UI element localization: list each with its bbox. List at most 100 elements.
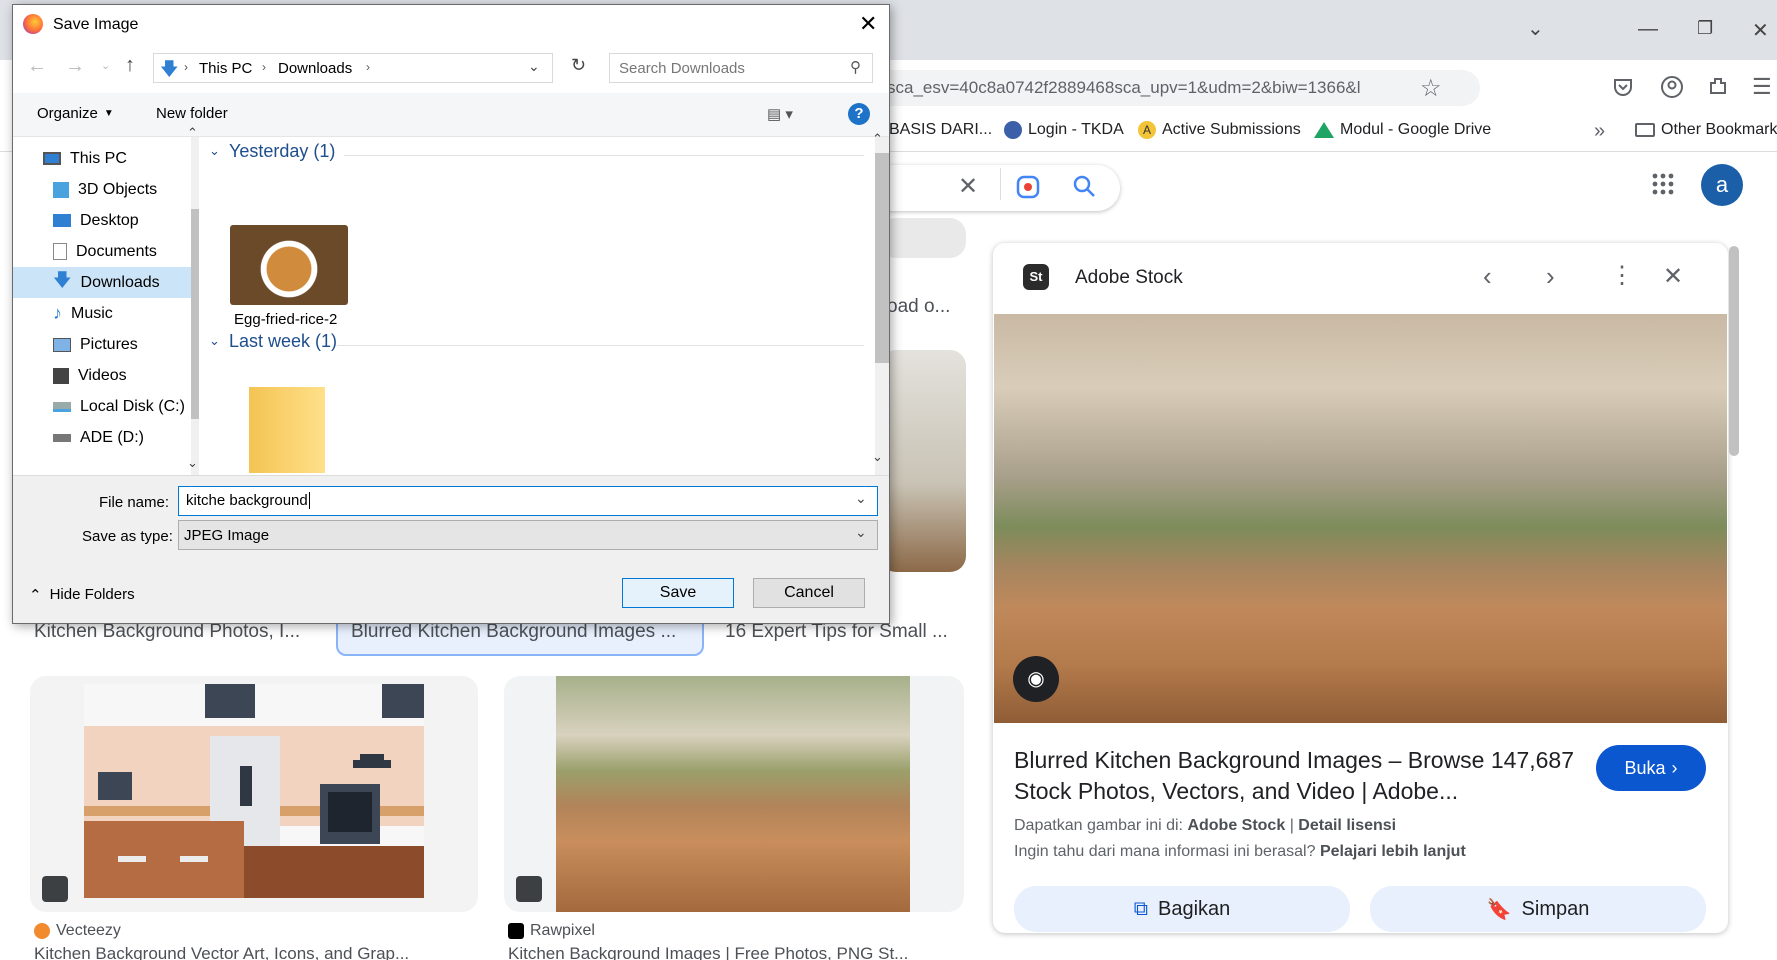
scroll-down-icon[interactable]: ⌄ (872, 449, 883, 465)
window-close-icon[interactable]: ✕ (1752, 18, 1769, 43)
avatar[interactable]: a (1701, 164, 1743, 206)
nav-item-downloads[interactable]: 🡇 Downloads (13, 267, 199, 298)
pocket-icon[interactable] (1612, 76, 1634, 98)
nav-item-videos[interactable]: Videos (13, 360, 199, 391)
collapse-icon[interactable]: ⌄ (209, 333, 220, 349)
nav-item-desktop[interactable]: Desktop (13, 205, 199, 236)
blurred-kitchen-photo (556, 676, 910, 912)
result-title[interactable]: Kitchen Background Images | Free Photos,… (508, 944, 948, 960)
download-icon: 🡇 (53, 269, 72, 290)
chevron-right-icon: › (184, 60, 188, 74)
search-icon[interactable]: ⚲ (850, 58, 861, 76)
dialog-close-icon[interactable]: ✕ (859, 11, 877, 37)
nav-item-this-pc[interactable]: This PC (13, 143, 199, 174)
result-caption[interactable]: Kitchen Background Photos, I... (34, 621, 309, 643)
file-scrollbar[interactable] (875, 153, 889, 363)
back-icon[interactable]: ← (27, 55, 47, 78)
clear-search-icon[interactable]: ✕ (958, 172, 978, 201)
scroll-up-icon[interactable]: ⌃ (187, 125, 198, 141)
nav-item-ade-drive[interactable]: ADE (D:) (13, 422, 199, 453)
group-header[interactable]: Yesterday (1) (229, 141, 335, 162)
bookmark-star-icon[interactable]: ☆ (1420, 74, 1442, 103)
bookmark-item[interactable]: BASIS DARI... (889, 121, 992, 139)
view-options-icon[interactable]: ▤ ▾ (767, 105, 793, 123)
file-name-input[interactable]: kitche background ⌄ (178, 486, 878, 516)
result-title[interactable]: Kitchen Background Vector Art, Icons, an… (34, 944, 454, 960)
restore-icon[interactable]: ❐ (1697, 18, 1713, 39)
organize-menu[interactable]: Organize ▼ (37, 105, 114, 123)
search-placeholder: Search Downloads (619, 60, 745, 77)
preview-image[interactable] (994, 314, 1727, 723)
address-path[interactable]: 🡇 › This PC › Downloads › ⌄ (153, 53, 553, 83)
collapse-icon[interactable]: ⌄ (209, 143, 220, 159)
recent-dropdown-icon[interactable]: ⌄ (101, 59, 110, 72)
image-result-partial[interactable] (880, 350, 966, 572)
more-bookmarks-icon[interactable]: » (1594, 120, 1605, 143)
hide-folders-toggle[interactable]: ⌃ Hide Folders (29, 586, 135, 604)
panel-scrollbar[interactable] (1729, 246, 1739, 456)
preview-title[interactable]: Blurred Kitchen Background Images – Brow… (1014, 745, 1574, 807)
image-result-partial[interactable] (880, 218, 966, 258)
license-link[interactable]: Detail lisensi (1298, 817, 1396, 834)
chevron-right-icon: › (1671, 757, 1678, 778)
file-name[interactable]: Egg-fried-rice-2 (234, 311, 337, 328)
bookmark-folder[interactable]: Other Bookmarks (1635, 121, 1777, 139)
result-source[interactable]: Rawpixel (508, 922, 595, 940)
nav-item-local-disk[interactable]: Local Disk (C:) (13, 391, 199, 422)
next-icon[interactable]: › (1546, 261, 1555, 292)
learn-more-link[interactable]: Pelajari lebih lanjut (1320, 843, 1466, 860)
file-thumbnail[interactable] (230, 225, 348, 305)
nav-scrollbar[interactable] (191, 209, 199, 419)
nav-item-documents[interactable]: Documents (13, 236, 199, 267)
scroll-down-icon[interactable]: ⌄ (187, 455, 198, 471)
up-icon[interactable]: ↑ (125, 54, 135, 77)
breadcrumb-item[interactable]: This PC (199, 60, 252, 77)
share-button[interactable]: ⧉ Bagikan (1014, 886, 1350, 932)
scroll-up-icon[interactable]: ⌃ (872, 131, 883, 147)
save-image-dialog: Save Image ✕ ← → ⌄ ↑ 🡇 › This PC › Downl… (12, 4, 890, 624)
result-caption[interactable]: 16 Expert Tips for Small ... (725, 621, 955, 643)
search-downloads-field[interactable]: Search Downloads ⚲ (609, 53, 873, 83)
result-caption-partial[interactable]: oad o... (887, 296, 967, 318)
nav-item-music[interactable]: ♪ Music (13, 298, 199, 329)
previous-icon[interactable]: ‹ (1483, 261, 1492, 292)
breadcrumb-item[interactable]: Downloads (278, 60, 352, 77)
image-result[interactable] (30, 676, 478, 912)
bookmark-item[interactable]: Login - TKDA (1004, 121, 1124, 139)
chevron-down-icon[interactable]: ⌄ (855, 524, 867, 541)
result-source[interactable]: Vecteezy (34, 922, 121, 940)
refresh-icon[interactable]: ↻ (571, 55, 586, 76)
nav-item-pictures[interactable]: Pictures (13, 329, 199, 360)
open-button[interactable]: Buka › (1596, 745, 1706, 791)
extensions-icon[interactable] (1707, 75, 1729, 97)
save-to-collection-button[interactable]: 🔖 Simpan (1370, 886, 1706, 932)
menu-icon[interactable]: ☰ (1752, 74, 1772, 100)
search-icon[interactable] (1072, 174, 1096, 198)
chevron-down-icon[interactable]: ⌄ (855, 490, 867, 507)
visual-search-icon[interactable]: ◉ (1013, 656, 1059, 702)
more-options-icon[interactable]: ⋮ (1610, 261, 1634, 290)
cancel-button[interactable]: Cancel (753, 578, 865, 608)
close-panel-icon[interactable]: ✕ (1663, 262, 1683, 291)
address-dropdown-icon[interactable]: ⌄ (528, 58, 540, 75)
account-icon[interactable] (1660, 75, 1684, 99)
forward-icon[interactable]: → (65, 55, 85, 78)
bookmark-item[interactable]: Modul - Google Drive (1314, 121, 1491, 139)
site-name[interactable]: Adobe Stock (1075, 267, 1183, 289)
help-icon[interactable]: ? (848, 103, 870, 125)
new-folder-button[interactable]: New folder (156, 105, 228, 122)
save-button[interactable]: Save (622, 578, 734, 608)
group-header[interactable]: Last week (1) (229, 331, 337, 352)
bookmark-item[interactable]: A Active Submissions (1138, 121, 1301, 139)
save-type-select[interactable]: JPEG Image ⌄ (178, 520, 878, 550)
lens-icon[interactable] (1016, 175, 1040, 199)
nav-item-3d-objects[interactable]: 3D Objects (13, 174, 199, 205)
image-result[interactable] (504, 676, 964, 912)
result-caption-selected[interactable]: Blurred Kitchen Background Images ... (351, 621, 691, 643)
folder-thumbnail[interactable] (249, 387, 325, 473)
url-text[interactable]: sca_esv=40c8a0742f2889468sca_upv=1&udm=2… (887, 78, 1407, 98)
get-image-source-link[interactable]: Adobe Stock (1187, 817, 1285, 834)
tab-list-chevron-icon[interactable]: ⌄ (1527, 16, 1544, 41)
minimize-icon[interactable]: — (1638, 18, 1658, 41)
apps-grid-icon[interactable] (1651, 172, 1675, 196)
